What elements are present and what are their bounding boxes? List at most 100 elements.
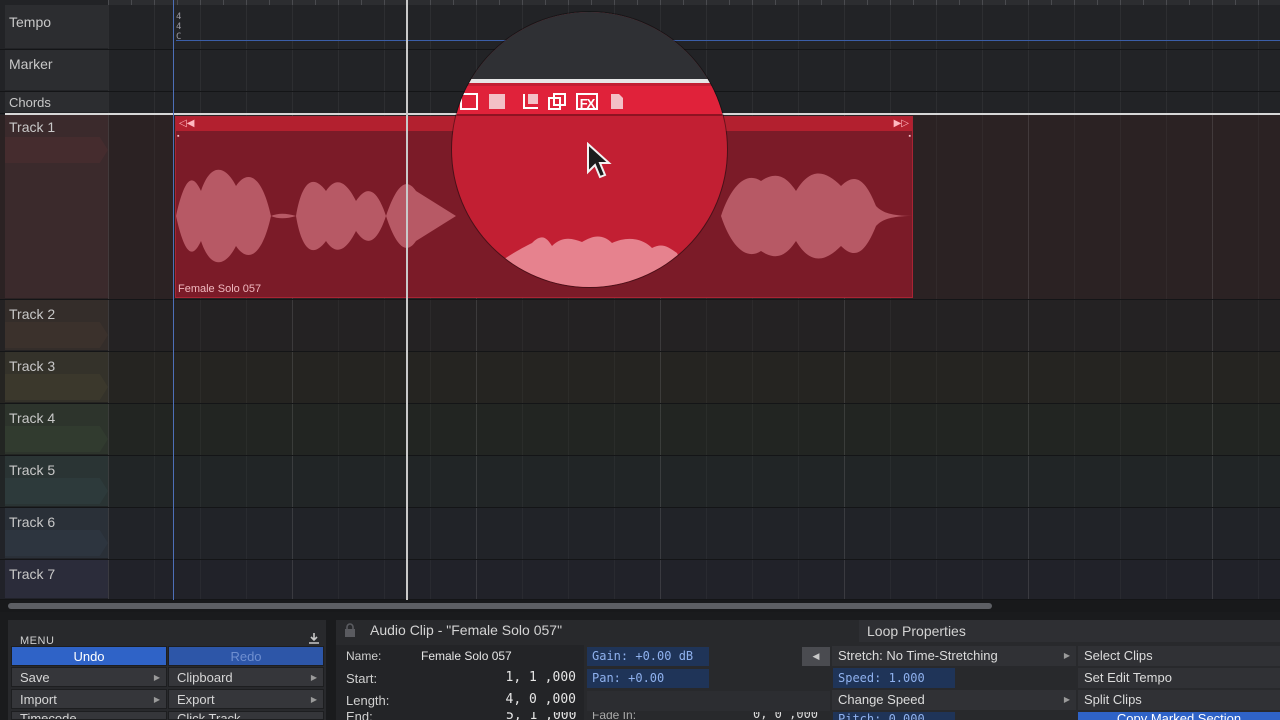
- track-name-5: Track 5: [9, 462, 56, 478]
- clip-loop-icon[interactable]: [522, 93, 540, 110]
- import-menu-item[interactable]: Import ▶: [11, 689, 167, 709]
- copy-marked-section-button[interactable]: Copy Marked Section: [1078, 712, 1280, 720]
- click-track-menu-label: Click Track: [177, 711, 241, 720]
- track-body-7[interactable]: [108, 560, 1280, 599]
- bottom-panel: MENU Undo Redo Save ▶ Clipboard ▶ Import ▶ …: [0, 612, 1280, 720]
- loop-properties-header: Loop Properties: [859, 620, 1280, 642]
- clip-duplicate-icon[interactable]: [548, 93, 566, 110]
- track-name-7: Track 7: [9, 566, 56, 582]
- stretch-dropdown[interactable]: Stretch: No Time-Stretching ▶: [832, 646, 1076, 666]
- track-header-7[interactable]: Track 7: [5, 560, 108, 598]
- track-header-4[interactable]: Track 4: [5, 404, 108, 454]
- horizontal-scrollbar[interactable]: [0, 600, 1280, 612]
- clipboard-menu-item[interactable]: Clipboard ▶: [168, 667, 324, 687]
- start-field[interactable]: 1, 1 ,000: [506, 670, 576, 685]
- lock-icon[interactable]: [344, 623, 356, 637]
- fade-in-field: 0, 0 ,000: [753, 712, 819, 720]
- pitch-field[interactable]: Pitch: 0.000: [833, 712, 955, 720]
- timecode-menu-label: Timecode: [20, 711, 77, 720]
- track-header-5[interactable]: Track 5: [5, 456, 108, 506]
- save-menu-item[interactable]: Save ▶: [11, 667, 167, 687]
- clip-corner-marker-icon: ▪: [177, 133, 180, 140]
- download-icon[interactable]: [308, 632, 320, 644]
- clip-trim-left-icon[interactable]: ◁◀: [179, 118, 194, 129]
- stretch-dropdown-label: Stretch: No Time-Stretching: [838, 648, 998, 663]
- submenu-arrow-icon: ▶: [1063, 695, 1070, 704]
- fade-in-row[interactable]: Fade In: 0, 0 ,000: [587, 712, 830, 720]
- track-body-5[interactable]: [108, 456, 1280, 507]
- track-body-3[interactable]: [108, 352, 1280, 403]
- track-name-4: Track 4: [9, 410, 56, 426]
- select-clips-button[interactable]: Select Clips: [1078, 646, 1280, 666]
- change-speed-dropdown[interactable]: Change Speed ▶: [832, 690, 1076, 710]
- track-header-2[interactable]: Track 2: [5, 300, 108, 350]
- track-header-3[interactable]: Track 3: [5, 352, 108, 402]
- undo-button[interactable]: Undo: [11, 646, 167, 666]
- clip-fx-icon[interactable]: FX: [576, 93, 598, 111]
- loop-properties-title: Loop Properties: [867, 623, 966, 639]
- save-menu-label: Save: [20, 670, 50, 685]
- import-menu-label: Import: [20, 692, 57, 707]
- track-name-1: Track 1: [9, 119, 56, 135]
- export-menu-item[interactable]: Export ▶: [168, 689, 324, 709]
- clip-fill-icon[interactable]: [488, 93, 506, 110]
- clip-properties-icon[interactable]: [608, 93, 626, 110]
- mouse-pointer-icon: [587, 142, 612, 179]
- start-label: Start:: [346, 671, 378, 686]
- marker-lane-header[interactable]: Marker: [5, 50, 108, 90]
- clip-name-field[interactable]: Female Solo 057: [421, 649, 512, 663]
- clipboard-menu-label: Clipboard: [177, 670, 233, 685]
- gain-field[interactable]: Gain: +0.00 dB: [587, 647, 709, 666]
- track-lane-6[interactable]: Track 6: [0, 508, 1280, 560]
- scrollbar-thumb[interactable]: [8, 603, 992, 609]
- arrange-area[interactable]: Tempo 4 4 C Marker Chords Track 1 Track …: [0, 0, 1280, 600]
- click-track-menu-item[interactable]: Click Track: [168, 711, 324, 720]
- speed-field[interactable]: Speed: 1.000: [833, 668, 955, 688]
- tempo-curve-line[interactable]: [176, 40, 1280, 41]
- track-lane-7[interactable]: Track 7: [0, 560, 1280, 600]
- track-lane-4[interactable]: Track 4: [0, 404, 1280, 456]
- redo-button[interactable]: Redo: [168, 646, 324, 666]
- tempo-lane-header[interactable]: Tempo: [5, 5, 108, 48]
- track-lane-3[interactable]: Track 3: [0, 352, 1280, 404]
- timecode-menu-item[interactable]: Timecode: [11, 711, 167, 720]
- clip-name-label: Female Solo 057: [178, 283, 262, 295]
- clip-corner-marker-icon: ▪: [908, 133, 911, 140]
- end-field[interactable]: 5, 1 ,000: [506, 712, 576, 720]
- submenu-arrow-icon: ▶: [310, 695, 317, 704]
- edit-start-line: [173, 0, 174, 600]
- track-arrow-icon: [5, 478, 108, 504]
- chords-lane-label: Chords: [9, 95, 51, 110]
- menu-panel: MENU Undo Redo Save ▶ Clipboard ▶ Import ▶ …: [8, 620, 326, 720]
- magnified-track-outline: [467, 79, 712, 83]
- magnified-lane: [452, 12, 727, 82]
- track-lane-2[interactable]: Track 2: [0, 300, 1280, 352]
- track-arrow-icon: [5, 374, 108, 400]
- submenu-arrow-icon: ▶: [1063, 651, 1070, 660]
- track-body-2[interactable]: [108, 300, 1280, 351]
- speaker-icon[interactable]: ◀: [802, 647, 830, 666]
- clip-trim-right-icon[interactable]: ▶▷: [894, 118, 909, 129]
- split-clips-button[interactable]: Split Clips: [1078, 690, 1280, 710]
- set-edit-tempo-button[interactable]: Set Edit Tempo: [1078, 668, 1280, 688]
- clip-panel-title: Audio Clip - "Female Solo 057": [370, 622, 563, 638]
- export-menu-label: Export: [177, 692, 215, 707]
- clip-select-icon[interactable]: [460, 93, 478, 110]
- track-arrow-icon: [5, 426, 108, 452]
- track-arrow-icon: [5, 137, 108, 163]
- track-body-4[interactable]: [108, 404, 1280, 455]
- clip-toolbar[interactable]: FX: [452, 86, 727, 116]
- track-header-1[interactable]: Track 1: [5, 115, 108, 298]
- end-row[interactable]: End: 5, 1 ,000: [336, 712, 584, 720]
- change-speed-label: Change Speed: [838, 692, 925, 707]
- track-arrow-icon: [5, 322, 108, 348]
- track-name-2: Track 2: [9, 306, 56, 322]
- track-lane-5[interactable]: Track 5: [0, 456, 1280, 508]
- chords-lane-header[interactable]: Chords: [5, 92, 108, 112]
- track-body-6[interactable]: [108, 508, 1280, 559]
- playhead[interactable]: [406, 0, 408, 600]
- pan-field[interactable]: Pan: +0.00: [587, 669, 709, 688]
- time-signature-denominator: 4: [176, 22, 182, 32]
- length-field[interactable]: 4, 0 ,000: [506, 692, 576, 707]
- track-header-6[interactable]: Track 6: [5, 508, 108, 558]
